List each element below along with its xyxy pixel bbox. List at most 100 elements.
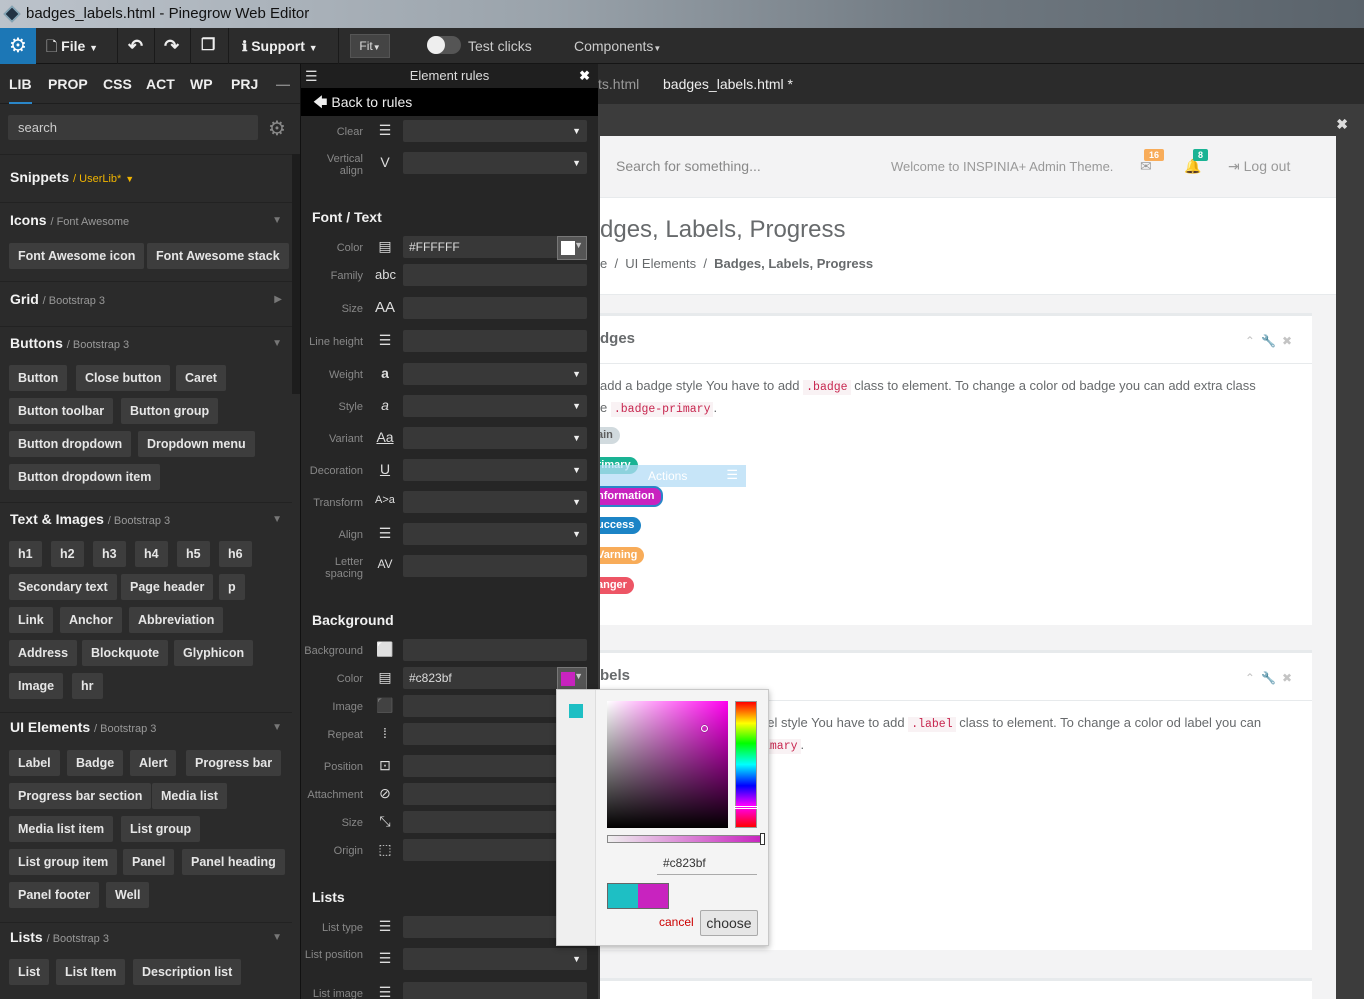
snippet-close-button[interactable]: Close button [76, 365, 171, 391]
section-title[interactable]: Lists / Bootstrap 3 [10, 929, 109, 945]
ibox-tools[interactable]: ⌃🔧✖ [1245, 334, 1298, 348]
snippet-blockquote[interactable]: Blockquote [82, 640, 169, 666]
badge-warning[interactable]: Varning [600, 547, 645, 564]
tab-lib[interactable]: LIB [9, 64, 32, 104]
alpha-handle[interactable] [760, 833, 765, 845]
clear-select[interactable]: ▼ [403, 120, 587, 142]
test-clicks-toggle[interactable] [427, 36, 461, 54]
snippet-label[interactable]: Label [9, 750, 60, 776]
close-icon[interactable]: ✖ [1282, 671, 1298, 685]
snippet-image[interactable]: Image [9, 673, 64, 699]
snippet-list-group-item[interactable]: List group item [9, 849, 118, 875]
library-scrollbar[interactable] [292, 154, 300, 394]
snippet-h5[interactable]: h5 [177, 541, 210, 567]
section-title[interactable]: Buttons / Bootstrap 3 [10, 335, 129, 351]
chevron-right-icon[interactable]: ▶ [274, 294, 282, 305]
close-icon[interactable]: ✖ [579, 64, 590, 88]
snippet-list[interactable]: List [9, 959, 50, 985]
snippet-list-group[interactable]: List group [121, 816, 201, 842]
snippet-description-list[interactable]: Description list [133, 959, 242, 985]
font-weight-select[interactable]: ▼ [403, 363, 587, 385]
badge-info-selected[interactable]: nformation [600, 486, 664, 507]
alpha-slider[interactable] [607, 833, 765, 845]
chevron-down-icon[interactable]: ▼ [272, 514, 282, 525]
close-icon[interactable]: ✖ [1282, 334, 1298, 348]
section-title[interactable]: Snippets / UserLib* ▼ [10, 169, 134, 185]
snippet-dropdown-menu[interactable]: Dropdown menu [138, 431, 255, 457]
undo-button[interactable]: ↶ [128, 28, 143, 64]
hue-handle[interactable] [734, 806, 758, 809]
snippet-alert[interactable]: Alert [130, 750, 177, 776]
support-menu-button[interactable]: ℹ Support ▼ [242, 28, 318, 64]
letter-spacing-input[interactable] [403, 555, 587, 577]
section-title[interactable]: Text & Images / Bootstrap 3 [10, 511, 170, 527]
snippet-media-list-item[interactable]: Media list item [9, 816, 114, 842]
saturation-area[interactable] [607, 701, 728, 828]
search-input[interactable]: Search for something... [616, 158, 761, 174]
tab-act[interactable]: ACT [146, 64, 175, 104]
logout-link[interactable]: ⇥ Log out [1228, 158, 1290, 175]
minimize-panel-button[interactable]: — [276, 64, 290, 104]
snippet-h3[interactable]: h3 [93, 541, 126, 567]
background-input[interactable] [403, 639, 587, 661]
wrench-icon[interactable]: 🔧 [1261, 671, 1282, 685]
chevron-down-icon[interactable]: ▼ [272, 215, 282, 226]
snippet-h6[interactable]: h6 [219, 541, 252, 567]
section-title[interactable]: UI Elements / Bootstrap 3 [10, 719, 156, 735]
list-image-input[interactable] [403, 982, 587, 999]
snippet-button-group[interactable]: Button group [121, 398, 219, 424]
text-decoration-select[interactable]: ▼ [403, 459, 587, 481]
file-menu-button[interactable]: 🗋 File ▼ [46, 28, 98, 64]
font-family-input[interactable] [403, 264, 587, 286]
snippet-address[interactable]: Address [9, 640, 78, 666]
snippet-secondary-text[interactable]: Secondary text [9, 574, 117, 600]
snippet-page-header[interactable]: Page header [121, 574, 214, 600]
snippet-glyphicon[interactable]: Glyphicon [174, 640, 254, 666]
bg-color-swatch[interactable]: ▼ [557, 667, 587, 691]
snippet-button-dropdown[interactable]: Button dropdown [9, 431, 132, 457]
font-size-input[interactable] [403, 297, 587, 319]
close-icon[interactable]: ✖ [1336, 116, 1348, 133]
snippet-h4[interactable]: h4 [135, 541, 168, 567]
snippet-panel[interactable]: Panel [123, 849, 175, 875]
vertical-align-select[interactable]: ▼ [403, 152, 587, 174]
badge-success[interactable]: uccess [600, 517, 642, 534]
back-to-rules-button[interactable]: 🡄 Back to rules [301, 88, 598, 116]
chevron-up-icon[interactable]: ⌃ [1245, 334, 1261, 348]
snippet-media-list[interactable]: Media list [152, 783, 227, 809]
text-align-select[interactable]: ▼ [403, 523, 587, 545]
chevron-down-icon[interactable]: ▼ [272, 722, 282, 733]
chevron-up-icon[interactable]: ⌃ [1245, 671, 1261, 685]
text-transform-select[interactable]: ▼ [403, 491, 587, 513]
snippet-progress-bar[interactable]: Progress bar [186, 750, 282, 776]
badge-danger[interactable]: anger [600, 577, 634, 594]
tab-prop[interactable]: PROP [48, 64, 88, 104]
snippet-button-toolbar[interactable]: Button toolbar [9, 398, 114, 424]
breadcrumb-item[interactable]: e [600, 256, 607, 271]
snippet-panel-footer[interactable]: Panel footer [9, 882, 100, 908]
line-height-input[interactable] [403, 330, 587, 352]
snippet-list-item[interactable]: List Item [56, 959, 126, 985]
wrench-icon[interactable]: 🔧 [1261, 334, 1282, 348]
library-search-input[interactable]: search [8, 115, 258, 140]
tab-wp[interactable]: WP [190, 64, 213, 104]
snippet-anchor[interactable]: Anchor [60, 607, 122, 633]
snippet-link[interactable]: Link [9, 607, 53, 633]
previous-color[interactable] [608, 884, 638, 908]
file-tab-active[interactable]: badges_labels.html * [663, 76, 793, 92]
snippet-font-awesome-stack[interactable]: Font Awesome stack [147, 243, 289, 269]
ibox-tools[interactable]: ⌃🔧✖ [1245, 671, 1298, 685]
choose-button[interactable]: choose [700, 910, 758, 936]
menu-icon[interactable]: ☰ [305, 64, 318, 88]
snippet-progress-bar-section[interactable]: Progress bar section [9, 783, 152, 809]
section-title[interactable]: Grid / Bootstrap 3 [10, 291, 105, 307]
snippet-font-awesome-icon[interactable]: Font Awesome icon [9, 243, 145, 269]
snippet-p[interactable]: p [219, 574, 245, 600]
font-variant-select[interactable]: ▼ [403, 427, 587, 449]
snippet-h2[interactable]: h2 [51, 541, 84, 567]
snippet-caret[interactable]: Caret [176, 365, 226, 391]
duplicate-button[interactable]: ❐ [201, 28, 215, 64]
section-title[interactable]: Icons / Font Awesome [10, 212, 129, 228]
pinegrow-logo-icon[interactable]: ⚙ [0, 28, 36, 64]
snippet-abbreviation[interactable]: Abbreviation [129, 607, 224, 633]
